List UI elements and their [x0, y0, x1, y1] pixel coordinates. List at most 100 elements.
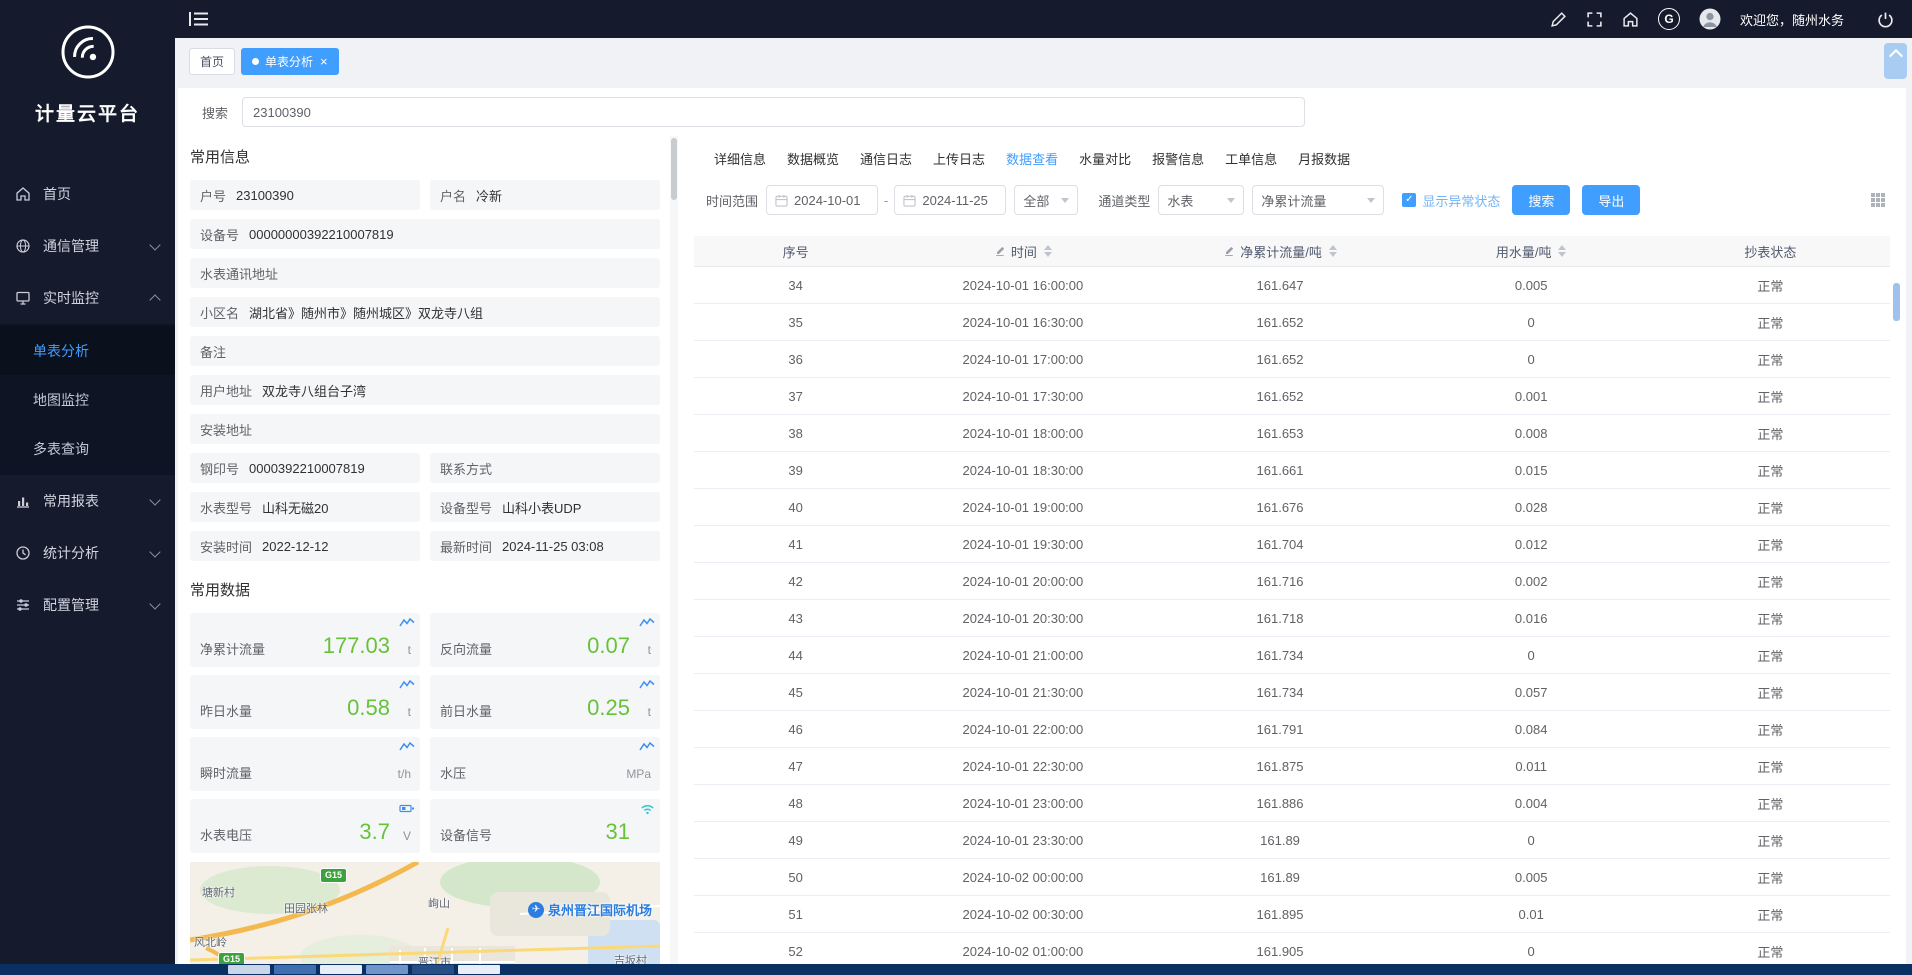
power-icon[interactable] — [1877, 11, 1894, 28]
close-icon[interactable]: × — [320, 55, 328, 68]
home-icon[interactable] — [1622, 11, 1639, 28]
end-date-input[interactable]: 2024-11-25 — [894, 185, 1006, 215]
column-header[interactable]: 时间 — [897, 236, 1148, 267]
table-row[interactable]: 412024-10-01 19:30:00161.7040.012正常 — [694, 526, 1890, 563]
tab-alarm-info[interactable]: 报警信息 — [1152, 149, 1204, 168]
tab-upload-log[interactable]: 上传日志 — [933, 149, 985, 168]
sidebar-item-multi-meter-query[interactable]: 多表查询 — [0, 424, 175, 473]
table-cell: 2024-10-01 21:30:00 — [897, 674, 1148, 711]
edit-pen-icon[interactable] — [1550, 11, 1567, 28]
taskbar-window[interactable] — [412, 965, 454, 974]
table-cell: 2024-10-02 00:00:00 — [897, 859, 1148, 896]
scrollbar-thumb[interactable] — [671, 138, 677, 200]
scroll-top-button[interactable] — [1884, 43, 1907, 79]
table-row[interactable]: 492024-10-01 23:30:00161.890正常 — [694, 822, 1890, 859]
field-value: 2024-11-25 03:08 — [502, 539, 604, 554]
table-row[interactable]: 502024-10-02 00:00:00161.890.005正常 — [694, 859, 1890, 896]
tab-data-overview[interactable]: 数据概览 — [787, 149, 839, 168]
tab-workorder-info[interactable]: 工单信息 — [1225, 149, 1277, 168]
table-row[interactable]: 462024-10-01 22:00:00161.7910.084正常 — [694, 711, 1890, 748]
search-input[interactable] — [242, 97, 1305, 127]
home-icon — [15, 186, 33, 202]
metric-select[interactable]: 净累计流量 — [1252, 185, 1384, 215]
g-logo-icon[interactable]: G — [1658, 8, 1680, 30]
menu-collapse-icon[interactable] — [189, 11, 209, 27]
taskbar-window[interactable] — [458, 965, 500, 974]
sort-desc-icon[interactable] — [1044, 252, 1052, 257]
location-map[interactable]: ✈ 泉州晋江国际机场 G15G15塘新村田园张林峋山风北岭晋江市后林吉坂村 — [190, 862, 660, 964]
sidebar-item-common-reports[interactable]: 常用报表 — [0, 475, 175, 527]
sort-icon[interactable] — [1329, 245, 1337, 257]
sort-icon[interactable] — [1044, 245, 1052, 257]
table-row[interactable]: 432024-10-01 20:30:00161.7180.016正常 — [694, 600, 1890, 637]
fullscreen-icon[interactable] — [1586, 11, 1603, 28]
channel-select[interactable]: 水表 — [1158, 185, 1244, 215]
os-taskbar[interactable] — [0, 964, 1912, 975]
table-row[interactable]: 382024-10-01 18:00:00161.6530.008正常 — [694, 415, 1890, 452]
chevron-up-icon — [149, 294, 160, 305]
sidebar-item-comm-mgmt[interactable]: 通信管理 — [0, 220, 175, 272]
table-cell: 2024-10-01 18:30:00 — [897, 452, 1148, 489]
sidebar-item-label: 通信管理 — [43, 236, 151, 256]
sidebar-item-home[interactable]: 首页 — [0, 168, 175, 220]
sort-desc-icon[interactable] — [1329, 252, 1337, 257]
sidebar-item-config-mgmt[interactable]: 配置管理 — [0, 579, 175, 631]
table-row[interactable]: 422024-10-01 20:00:00161.7160.002正常 — [694, 563, 1890, 600]
sort-icon[interactable] — [1558, 245, 1566, 257]
panel-scrollbar[interactable] — [670, 136, 678, 964]
tab-detail-info[interactable]: 详细信息 — [714, 149, 766, 168]
tab-water-compare[interactable]: 水量对比 — [1079, 149, 1131, 168]
column-settings-icon[interactable] — [1870, 192, 1886, 208]
chevron-down-icon — [149, 239, 160, 250]
edit-icon[interactable] — [994, 245, 1006, 257]
search-button[interactable]: 搜索 — [1512, 185, 1570, 215]
column-header[interactable]: 序号 — [694, 236, 897, 267]
sparkline-icon — [639, 617, 655, 628]
table-row[interactable]: 482024-10-01 23:00:00161.8860.004正常 — [694, 785, 1890, 822]
taskbar-window[interactable] — [320, 965, 362, 974]
column-header[interactable]: 用水量/吨 — [1412, 236, 1651, 267]
start-date-input[interactable]: 2024-10-01 — [766, 185, 878, 215]
table-cell: 0 — [1412, 822, 1651, 859]
table-cell: 161.652 — [1148, 378, 1411, 415]
table-row[interactable]: 362024-10-01 17:00:00161.6520正常 — [694, 341, 1890, 378]
table-row[interactable]: 512024-10-02 00:30:00161.8950.01正常 — [694, 896, 1890, 933]
table-row[interactable]: 342024-10-01 16:00:00161.6470.005正常 — [694, 267, 1890, 304]
sidebar-item-statistic-analysis[interactable]: 统计分析 — [0, 527, 175, 579]
sort-asc-icon[interactable] — [1329, 245, 1337, 250]
export-button[interactable]: 导出 — [1582, 185, 1640, 215]
tab-monthly-report[interactable]: 月报数据 — [1298, 149, 1350, 168]
table-row[interactable]: 402024-10-01 19:00:00161.6760.028正常 — [694, 489, 1890, 526]
table-scrollbar-thumb[interactable] — [1893, 283, 1900, 321]
sort-asc-icon[interactable] — [1044, 245, 1052, 250]
sort-desc-icon[interactable] — [1558, 252, 1566, 257]
table-row[interactable]: 472024-10-01 22:30:00161.8750.011正常 — [694, 748, 1890, 785]
stat-value: 0.58 — [347, 695, 390, 721]
avatar[interactable] — [1699, 8, 1721, 30]
tab-comm-log[interactable]: 通信日志 — [860, 149, 912, 168]
sidebar-item-map-monitor[interactable]: 地图监控 — [0, 375, 175, 424]
table-row[interactable]: 372024-10-01 17:30:00161.6520.001正常 — [694, 378, 1890, 415]
table-row[interactable]: 392024-10-01 18:30:00161.6610.015正常 — [694, 452, 1890, 489]
edit-icon[interactable] — [1223, 245, 1235, 257]
table-row[interactable]: 452024-10-01 21:30:00161.7340.057正常 — [694, 674, 1890, 711]
airport-marker[interactable]: ✈ 泉州晋江国际机场 — [528, 900, 652, 919]
airplane-icon: ✈ — [528, 902, 544, 918]
table-row[interactable]: 442024-10-01 21:00:00161.7340正常 — [694, 637, 1890, 674]
abnormal-status-checkbox[interactable]: ✓ 显示异常状态 — [1402, 191, 1500, 210]
taskbar-window[interactable] — [228, 965, 270, 974]
tab-single-meter-analysis[interactable]: 单表分析× — [241, 48, 339, 75]
granularity-select[interactable]: 全部 — [1014, 185, 1078, 215]
tab-data-view[interactable]: 数据查看 — [1006, 149, 1058, 168]
table-row[interactable]: 522024-10-02 01:00:00161.9050正常 — [694, 933, 1890, 965]
table-row[interactable]: 352024-10-01 16:30:00161.6520正常 — [694, 304, 1890, 341]
sidebar-item-single-meter-analysis[interactable]: 单表分析 — [0, 326, 175, 375]
sort-asc-icon[interactable] — [1558, 245, 1566, 250]
sidebar-item-realtime-monitor[interactable]: 实时监控 — [0, 272, 175, 324]
column-header[interactable]: 净累计流量/吨 — [1148, 236, 1411, 267]
taskbar-window[interactable] — [366, 965, 408, 974]
sidebar-item-label: 统计分析 — [43, 543, 151, 563]
tab-home[interactable]: 首页 — [189, 48, 235, 75]
taskbar-window[interactable] — [274, 965, 316, 974]
column-header[interactable]: 抄表状态 — [1651, 236, 1890, 267]
